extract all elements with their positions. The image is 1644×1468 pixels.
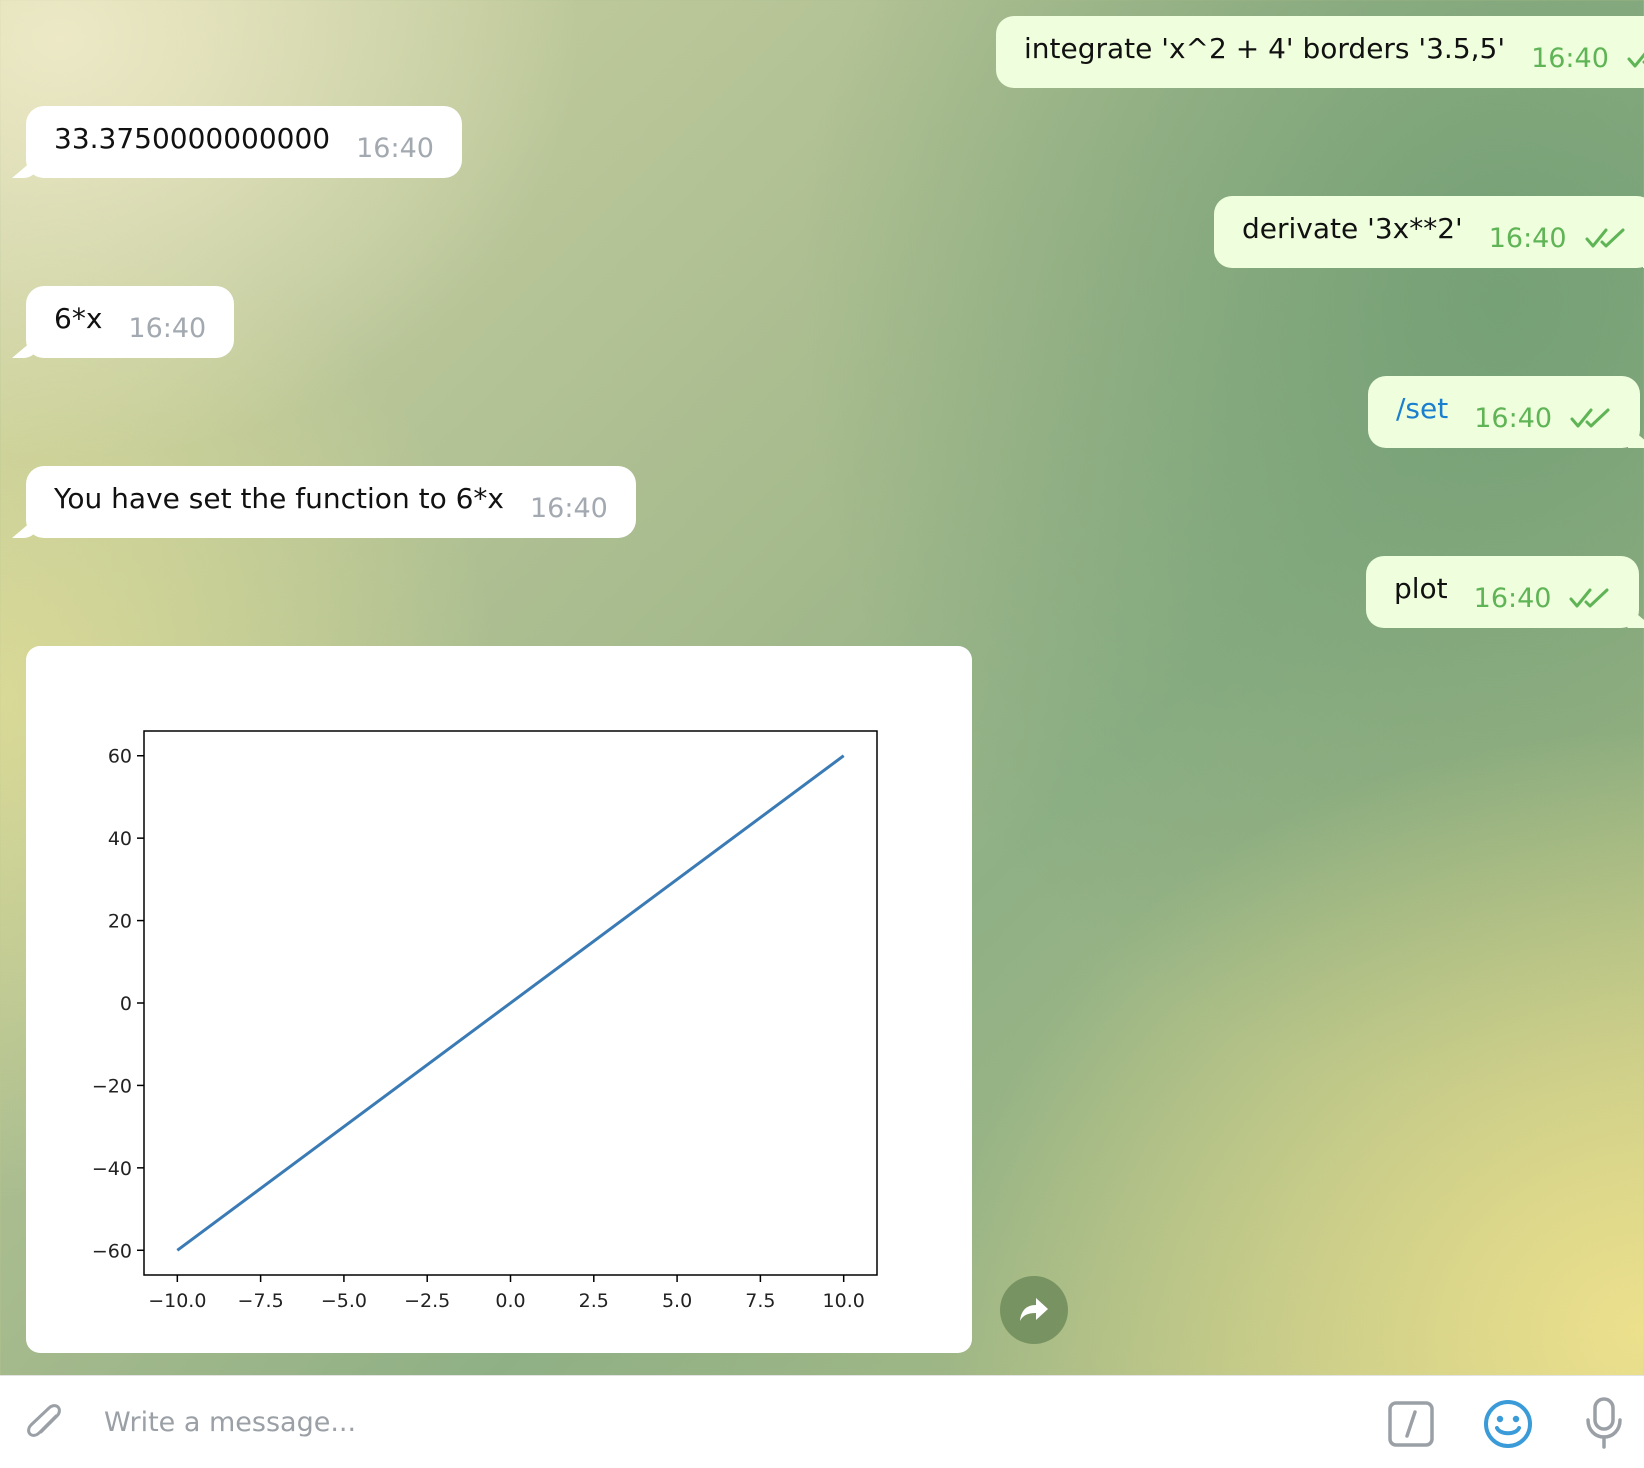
message-text: integrate 'x^2 + 4' borders '3.5,5': [1024, 31, 1506, 65]
x-tick-label: −2.5: [404, 1290, 450, 1312]
message-text: plot: [1394, 571, 1448, 605]
y-tick-label: 40: [108, 828, 132, 850]
message-outgoing[interactable]: plot 16:40: [1366, 556, 1640, 628]
message-outgoing[interactable]: integrate 'x^2 + 4' borders '3.5,5' 16:4…: [996, 16, 1644, 88]
y-tick-label: 0: [120, 993, 132, 1015]
double-check-icon: [1570, 408, 1610, 428]
message-time: 16:40: [1474, 402, 1553, 434]
y-tick-label: 60: [108, 746, 132, 768]
share-button[interactable]: [1000, 1276, 1068, 1344]
message-incoming[interactable]: You have set the function to 6*x 16:40: [26, 466, 636, 538]
y-tick-label: −20: [92, 1075, 132, 1097]
paperclip-icon[interactable]: [22, 1402, 68, 1448]
message-incoming[interactable]: 33.3750000000000 16:40: [26, 106, 462, 178]
message-text: 33.3750000000000: [54, 121, 331, 155]
message-time: 16:40: [356, 132, 434, 164]
message-time: 16:40: [1473, 582, 1552, 614]
chat-history: integrate 'x^2 + 4' borders '3.5,5' 16:4…: [0, 0, 1644, 1375]
message-outgoing[interactable]: /set 16:40: [1368, 376, 1641, 448]
y-tick-label: −60: [92, 1240, 132, 1262]
y-tick-label: 20: [108, 911, 132, 933]
plot-image-message[interactable]: −10.0 −7.5 −5.0 −2.5 0.0 2.5 5.0 7.5 10.0 60 40 20 0…: [26, 646, 972, 1353]
smile-icon[interactable]: [1482, 1398, 1534, 1450]
microphone-icon[interactable]: [1580, 1396, 1628, 1450]
message-time: 16:40: [1531, 42, 1609, 74]
x-tick-label: 5.0: [662, 1290, 692, 1312]
slash-command-icon[interactable]: [1387, 1400, 1435, 1448]
x-tick-label: 2.5: [579, 1290, 609, 1312]
command-link[interactable]: /set: [1396, 392, 1448, 425]
share-arrow-icon: [1020, 1298, 1048, 1321]
message-outgoing[interactable]: derivate '3x**2' 16:40: [1214, 196, 1644, 268]
message-text: 6*x: [54, 301, 103, 335]
message-text: derivate '3x**2': [1242, 211, 1463, 245]
message-input[interactable]: [104, 1396, 1304, 1448]
y-tick-label: −40: [92, 1158, 132, 1180]
message-text: You have set the function to 6*x: [54, 481, 504, 515]
x-tick-label: −7.5: [238, 1290, 284, 1312]
line-chart: −10.0 −7.5 −5.0 −2.5 0.0 2.5 5.0 7.5 10.0 60 40 20 0…: [92, 730, 878, 1312]
double-check-icon: [1569, 588, 1609, 608]
double-check-icon: [1585, 228, 1625, 248]
x-tick-label: 7.5: [745, 1290, 775, 1312]
message-incoming[interactable]: 6*x 16:40: [26, 286, 235, 358]
x-tick-label: −10.0: [148, 1290, 206, 1312]
message-time: 16:40: [128, 312, 207, 344]
message-time: 16:40: [529, 492, 608, 524]
message-composer: [0, 1375, 1644, 1468]
double-check-icon: [1627, 52, 1644, 68]
message-time: 16:40: [1488, 222, 1567, 254]
x-tick-label: 10.0: [823, 1290, 865, 1312]
x-tick-label: −5.0: [321, 1290, 367, 1312]
x-tick-label: 0.0: [495, 1290, 525, 1312]
